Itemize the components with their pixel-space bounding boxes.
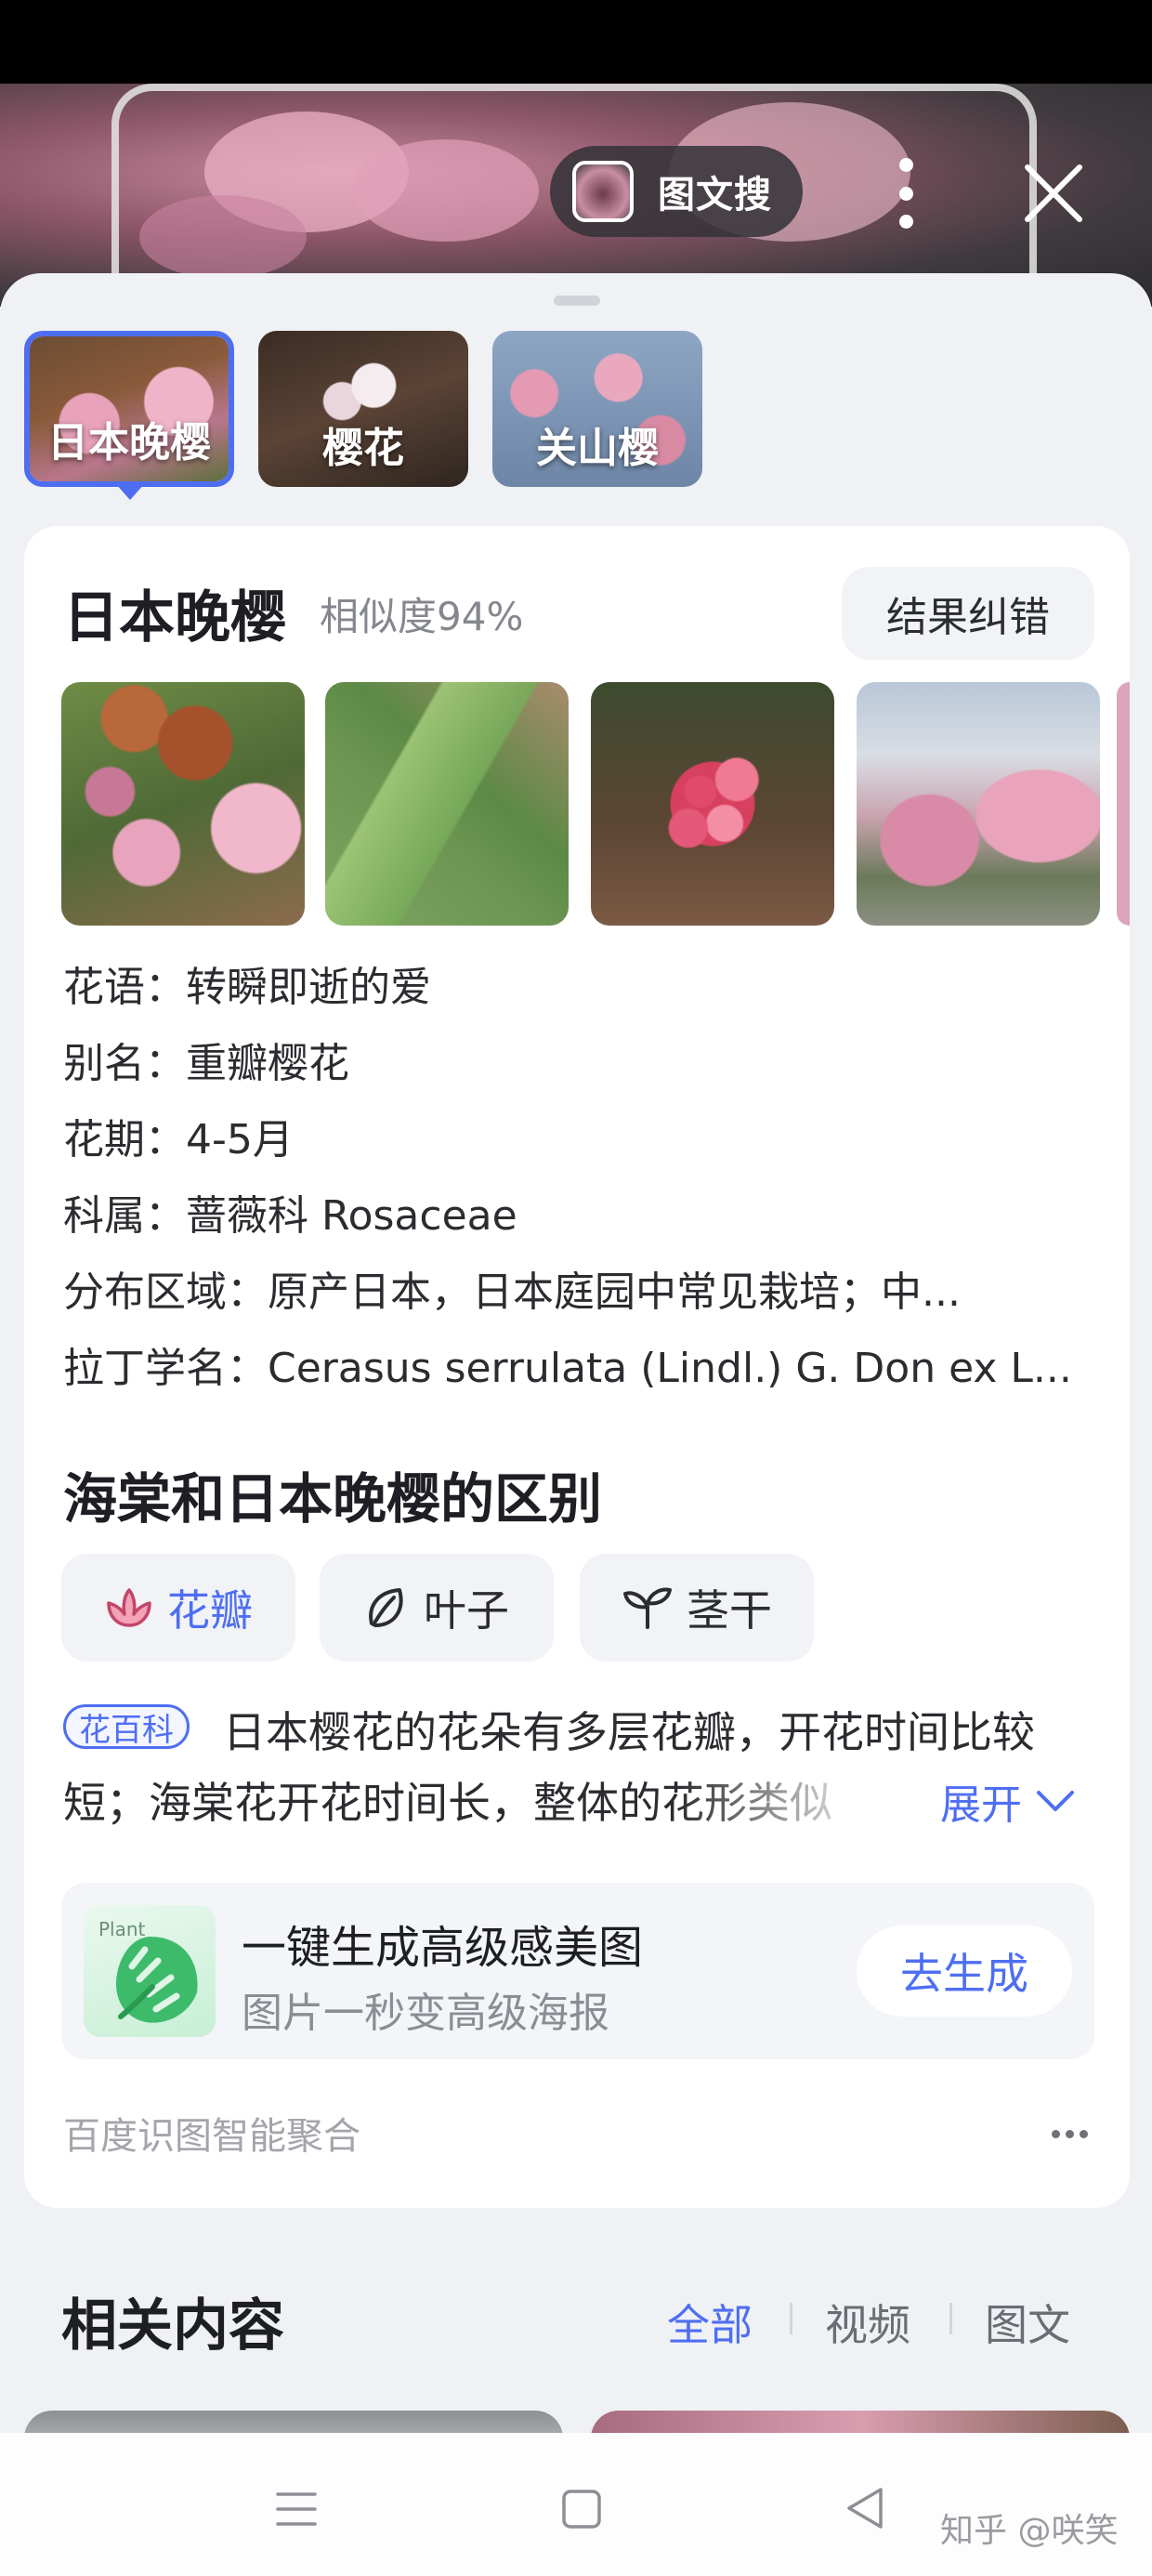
gallery-image[interactable] [857,682,1100,926]
candidate-tab-sakura[interactable]: 樱花 [258,331,468,487]
fact-distribution: 分布区域：原产日本，日本庭园中常见栽培；中... [63,1268,961,1316]
flower-icon [107,1588,151,1627]
similarity-score: 相似度94% [320,594,524,639]
candidate-tab-kanzan-cherry[interactable]: 关山樱 [492,331,702,487]
source-attribution: 百度识图智能聚合 [63,2115,360,2158]
more-options-icon[interactable] [892,158,920,229]
image-text-search-mode-button[interactable]: 图文搜 [550,146,803,237]
chip-leaf[interactable]: 叶子 [320,1554,554,1662]
difference-description-cont: 短；海棠花开花时间长，整体的花形类似 [63,1778,832,1828]
sprout-icon [623,1587,672,1629]
candidate-label: 日本晚樱 [47,419,211,467]
promo-title: 一键生成高级感美图 [242,1922,644,1974]
gallery-image[interactable] [61,682,305,926]
fact-latin-name: 拉丁学名：Cerasus serrulata (Lindl.) G. Don e… [63,1345,1072,1392]
gallery-image-partial[interactable] [1117,682,1130,926]
related-content-title: 相关内容 [61,2293,284,2359]
candidate-tab-japanese-late-cherry[interactable]: 日本晚樱 [24,331,234,487]
candidate-label: 樱花 [322,425,404,472]
expand-button[interactable]: 展开 [940,1771,1076,1831]
flower-encyclopedia-badge: 花百科 [63,1704,190,1749]
report-error-button[interactable]: 结果纠错 [842,567,1094,660]
tab-divider [790,2303,792,2334]
monstera-leaf-icon [116,1937,198,2023]
difference-title: 海棠和日本晚樱的区别 [63,1467,603,1531]
expand-label: 展开 [940,1781,1022,1829]
more-options-icon[interactable] [1052,2130,1093,2138]
promo-subtitle: 图片一秒变高级海报 [242,1990,609,2037]
tab-image-text[interactable]: 图文 [985,2292,1070,2353]
selected-indicator [115,483,145,500]
tab-divider [949,2303,952,2334]
candidate-label: 关山樱 [536,425,659,472]
mode-label: 图文搜 [658,174,772,217]
watermark: 知乎 @咲笑 [940,2512,1119,2550]
gallery-image[interactable] [591,682,834,926]
close-icon[interactable] [1020,160,1087,227]
difference-description: 日本樱花的花朵有多层花瓣，开花时间比较 [223,1707,1035,1757]
chip-label: 茎干 [687,1585,772,1636]
generate-poster-promo[interactable]: Plant 一键生成高级感美图 图片一秒变高级海报 去生成 [61,1883,1094,2059]
tab-all[interactable]: 全部 [667,2292,753,2353]
chevron-down-icon [1037,1791,1074,1811]
status-bar [0,0,1152,84]
system-navigation-bar: 知乎 @咲笑 [0,2433,1152,2576]
plant-app-icon: Plant [84,1905,216,2037]
drag-handle[interactable] [554,296,600,306]
gallery-image[interactable] [325,682,569,926]
chip-stem[interactable]: 茎干 [580,1554,814,1662]
chip-petal[interactable]: 花瓣 [61,1554,295,1662]
captured-thumbnail [572,161,634,222]
generate-button[interactable]: 去生成 [857,1925,1072,2017]
menu-icon[interactable] [275,2491,318,2528]
home-icon[interactable] [561,2489,602,2530]
back-icon[interactable] [844,2485,886,2531]
fact-family: 科属：蔷薇科 Rosaceae [63,1192,517,1240]
chip-label: 花瓣 [167,1585,253,1636]
leaf-icon [369,1588,403,1627]
results-sheet[interactable]: 日本晚樱 樱花 关山樱 日本晚樱 相似度94% 结果纠错 花语：转瞬即逝的爱 别… [0,273,1152,2448]
chip-label: 叶子 [424,1585,509,1636]
fact-bloom-period: 花期：4-5月 [63,1116,294,1163]
tab-video[interactable]: 视频 [825,2292,910,2353]
result-card: 日本晚樱 相似度94% 结果纠错 花语：转瞬即逝的爱 别名：重瓣樱花 花期：4-… [24,526,1130,2208]
fact-flower-language: 花语：转瞬即逝的爱 [63,964,431,1011]
fact-alias: 别名：重瓣樱花 [63,1040,349,1087]
result-title: 日本晚樱 [63,585,286,651]
